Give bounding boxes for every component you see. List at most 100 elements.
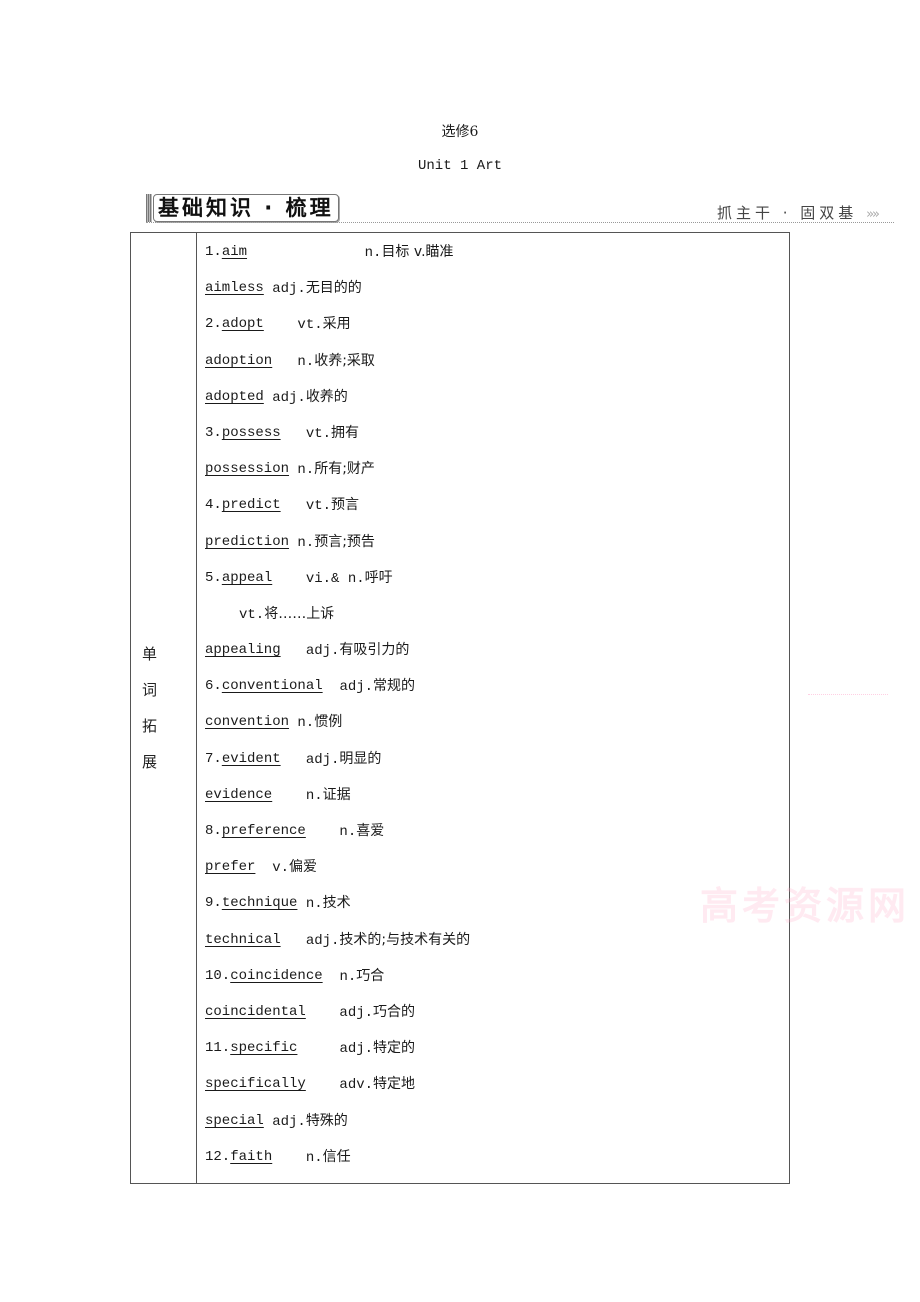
entry-part-of-speech: adj. (305, 643, 340, 660)
entry-part-of-speech: adj. (305, 751, 340, 768)
vocabulary-entry: aimless adj.无目的的 (205, 278, 789, 314)
entry-word: prefer (205, 859, 256, 876)
entry-definition: vt.拥有 (306, 423, 359, 459)
vocabulary-entry: 6. conventional adj.常规的 (205, 676, 789, 712)
entry-part-of-speech: n. (339, 968, 357, 985)
entry-word: preference (221, 823, 306, 839)
entry-definition: adj.技术的;与技术有关的 (306, 930, 470, 966)
vocabulary-entry: special adj.特殊的 (205, 1111, 789, 1147)
entry-number: 11. (205, 1040, 231, 1057)
entry-part-of-speech: n. (364, 245, 382, 261)
entry-part-of-speech: adj. (272, 281, 306, 298)
entry-word: aimless (205, 280, 264, 297)
entry-word: technique (221, 895, 298, 912)
entry-spacer (306, 1002, 340, 1038)
category-label: 单词拓展 (142, 636, 158, 780)
entry-definition: vi.& n.呼吁 (306, 568, 393, 604)
entry-word: special (205, 1112, 264, 1129)
entry-meaning: 巧合的 (373, 1003, 416, 1020)
entry-word: specific (230, 1040, 298, 1057)
entry-meaning: 偏爱 (289, 859, 318, 876)
entry-meaning: 技术的;与技术有关的 (339, 931, 471, 948)
entry-spacer (281, 495, 306, 531)
entry-definition: adj.常规的 (339, 676, 415, 712)
vocabulary-entry: 1. aim n.目标 v.瞄准 (205, 242, 789, 278)
vocabulary-table: 单词拓展 1. aim n.目标 v.瞄准 aimless adj.无目的的 2. adop… (130, 232, 790, 1184)
entry-spacer (205, 604, 239, 640)
entry-definition: n.巧合 (339, 966, 384, 1002)
entry-meaning: 采用 (322, 316, 351, 333)
entry-spacer (323, 676, 340, 712)
entry-spacer (281, 749, 306, 785)
entry-word: possess (221, 424, 281, 441)
section-banner-label: 基础知识 · 梳理 (153, 194, 339, 222)
vocabulary-entry: appealing adj.有吸引力的 (205, 640, 789, 676)
entry-definition: n.目标 v.瞄准 (365, 242, 454, 278)
entry-part-of-speech: n. (297, 353, 315, 370)
entry-number: 6. (205, 678, 222, 695)
entry-part-of-speech: n. (297, 715, 315, 732)
triple-chevron-icon: »» (866, 207, 880, 222)
entry-meaning: 呼吁 (364, 569, 393, 586)
vocabulary-entry: evidence n.证据 (205, 785, 789, 821)
entry-word: technical (205, 931, 281, 948)
entry-number: 12. (205, 1148, 231, 1165)
entry-definition: adj.无目的的 (272, 278, 362, 314)
banner-bar-decoration (146, 194, 152, 222)
entry-word: adopt (221, 316, 264, 333)
entry-definition: adj.特定的 (339, 1038, 415, 1074)
entry-meaning: 明显的 (339, 750, 382, 767)
entry-meaning: 预言;预告 (314, 533, 375, 550)
entry-part-of-speech: n. (297, 462, 315, 479)
entry-definition: n.收养;采取 (297, 351, 375, 387)
entry-number: 1. (205, 244, 222, 260)
vocabulary-entry: coincidental adj.巧合的 (205, 1002, 789, 1038)
entry-word: evident (221, 750, 281, 767)
entry-definition: n.惯例 (297, 712, 342, 748)
entry-part-of-speech: adj. (305, 932, 340, 949)
vocabulary-entry: convention n.惯例 (205, 712, 789, 748)
vocabulary-entry: specifically adv.特定地 (205, 1074, 789, 1110)
entry-definition: vt.采用 (297, 314, 350, 350)
entry-meaning: 预言 (331, 497, 360, 514)
entry-meaning: 特殊的 (305, 1112, 348, 1129)
entry-word: appealing (205, 642, 281, 659)
unit-title: Unit 1 Art (417, 158, 502, 174)
entry-part-of-speech: vt. (239, 606, 265, 623)
entry-definition: adj.特殊的 (272, 1111, 348, 1147)
watermark: 高考资源网 (700, 884, 911, 928)
entry-meaning: 巧合 (356, 967, 385, 984)
entry-number: 7. (205, 750, 222, 767)
category-label-cell: 单词拓展 (130, 232, 197, 1184)
entry-part-of-speech: n. (305, 1149, 323, 1166)
entry-meaning: 收养;采取 (314, 352, 375, 369)
entry-word: coincidence (230, 967, 323, 984)
entry-definition: vt.将……上诉 (239, 604, 334, 640)
entry-spacer (264, 387, 272, 423)
section-slogan: 抓主干 · 固双基 »» (717, 202, 880, 223)
entry-spacer (272, 1147, 306, 1183)
entry-number: 9. (205, 895, 222, 912)
entry-spacer (289, 712, 297, 748)
entry-definition: n.所有;财产 (297, 459, 375, 495)
entry-meaning: 技术 (322, 895, 351, 912)
entry-spacer (281, 423, 306, 459)
entry-meaning: 所有;财产 (314, 461, 375, 478)
entry-spacer (306, 821, 340, 857)
entry-spacer (281, 930, 306, 966)
vocabulary-entry: 11. specific adj.特定的 (205, 1038, 789, 1074)
entry-word: adopted (205, 388, 264, 405)
entry-spacer (272, 568, 306, 604)
entry-word: adoption (205, 352, 273, 369)
entry-definition: v.偏爱 (272, 857, 317, 893)
entry-meaning: 收养的 (305, 388, 348, 405)
entry-part-of-speech: n. (339, 824, 357, 840)
vocabulary-entry: adopted adj.收养的 (205, 387, 789, 423)
entry-meaning: 无目的的 (305, 280, 362, 297)
entry-meaning: 特定的 (373, 1040, 416, 1057)
entry-part-of-speech: adj. (272, 389, 306, 406)
vocabulary-entry: technical adj.技术的;与技术有关的 (205, 930, 789, 966)
entry-spacer (306, 1074, 340, 1110)
entry-spacer (247, 242, 365, 278)
entry-word: conventional (221, 678, 323, 695)
